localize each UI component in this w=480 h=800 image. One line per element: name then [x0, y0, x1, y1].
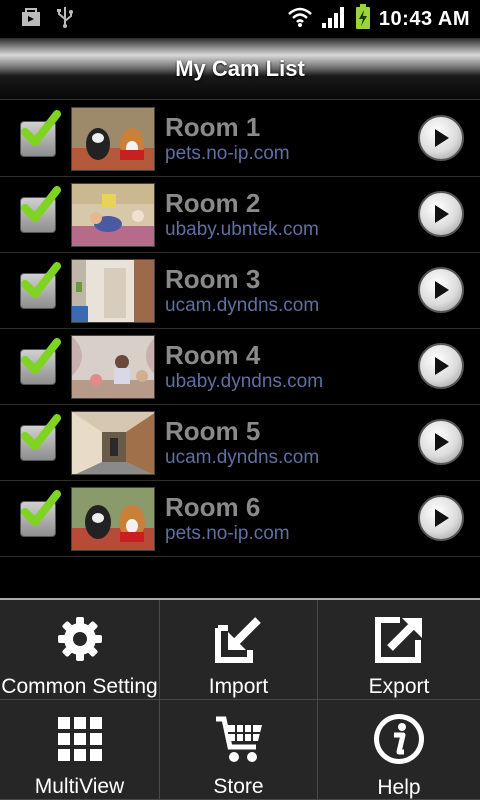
status-bar: 10:43 AM	[0, 0, 480, 38]
play-button[interactable]	[418, 115, 464, 161]
play-button[interactable]	[418, 343, 464, 389]
battery-charging-icon	[355, 3, 371, 35]
checkmark-icon	[21, 261, 61, 298]
camera-host: pets.no-ip.com	[165, 142, 290, 164]
import-icon	[214, 612, 264, 665]
camera-checkbox[interactable]	[20, 185, 61, 233]
menu-label: MultiView	[34, 775, 125, 798]
camera-checkbox[interactable]	[20, 413, 61, 461]
camera-row[interactable]: Room 5 ucam.dyndns.com	[0, 405, 480, 481]
play-button[interactable]	[418, 419, 464, 465]
camera-name: Room 6	[165, 491, 261, 522]
camera-host: pets.no-ip.com	[165, 522, 290, 544]
play-button[interactable]	[418, 191, 464, 237]
camera-thumbnail	[71, 258, 155, 323]
menu-label: Export	[368, 675, 430, 698]
camera-thumbnail	[71, 182, 155, 247]
camera-checkbox[interactable]	[20, 337, 61, 385]
camera-row[interactable]: Room 3 ucam.dyndns.com	[0, 253, 480, 329]
menu-item-export[interactable]: Export	[318, 600, 480, 700]
menu-label: Help	[377, 776, 421, 799]
usb-icon	[56, 5, 74, 34]
signal-icon	[321, 5, 347, 34]
checkmark-icon	[21, 413, 61, 450]
camera-row[interactable]: Room 2 ubaby.ubntek.com	[0, 177, 480, 253]
play-icon	[435, 129, 449, 147]
camera-checkbox[interactable]	[20, 261, 61, 309]
camera-name: Room 2	[165, 187, 261, 218]
camera-name: Room 5	[165, 415, 261, 446]
menu-label: Import	[208, 675, 269, 698]
gear-icon	[56, 612, 104, 665]
title-bar: My Cam List	[0, 38, 480, 100]
shopping-bag-icon	[20, 6, 42, 33]
camera-row[interactable]: Room 6 pets.no-ip.com	[0, 481, 480, 557]
page-title: My Cam List	[175, 55, 305, 81]
menu-item-help[interactable]: Help	[318, 700, 480, 800]
grid-icon	[57, 712, 102, 765]
play-button[interactable]	[418, 495, 464, 541]
camera-name: Room 3	[165, 263, 261, 294]
checkmark-icon	[21, 489, 61, 526]
play-icon	[435, 205, 449, 223]
menu-label: Store	[213, 775, 264, 798]
menu-item-common-setting[interactable]: Common Setting	[0, 600, 160, 700]
camera-thumbnail	[71, 486, 155, 551]
menu-item-multiview[interactable]: MultiView	[0, 700, 160, 800]
camera-host: ubaby.dyndns.com	[165, 370, 324, 392]
camera-checkbox[interactable]	[20, 109, 61, 157]
checkmark-icon	[21, 109, 61, 146]
camera-host: ubaby.ubntek.com	[165, 218, 319, 240]
status-time: 10:43 AM	[378, 7, 470, 30]
camera-name: Room 1	[165, 111, 261, 142]
camera-name: Room 4	[165, 339, 261, 370]
play-icon	[435, 357, 449, 375]
camera-host: ucam.dyndns.com	[165, 446, 320, 468]
camera-row[interactable]: Room 1 pets.no-ip.com	[0, 101, 480, 177]
play-icon	[435, 433, 449, 451]
info-icon	[372, 712, 426, 766]
camera-thumbnail	[71, 334, 155, 399]
camera-thumbnail	[71, 410, 155, 475]
menu-item-store[interactable]: Store	[160, 700, 318, 800]
menu-label: Common Setting	[1, 675, 158, 698]
play-icon	[435, 509, 449, 527]
checkmark-icon	[21, 185, 61, 222]
menu-item-import[interactable]: Import	[160, 600, 318, 700]
camera-row[interactable]: Room 4 ubaby.dyndns.com	[0, 329, 480, 405]
camera-thumbnail	[71, 106, 155, 171]
camera-host: ucam.dyndns.com	[165, 294, 320, 316]
play-icon	[435, 281, 449, 299]
camera-list: Room 1 pets.no-ip.com Room 2 ubaby.ubnte…	[0, 101, 480, 557]
wifi-icon	[287, 6, 313, 33]
camera-checkbox[interactable]	[20, 489, 61, 537]
cart-icon	[214, 712, 264, 765]
export-icon	[374, 612, 424, 665]
play-button[interactable]	[418, 267, 464, 313]
options-menu: Common Setting Import Export MultiView S…	[0, 598, 480, 800]
checkmark-icon	[21, 337, 61, 374]
